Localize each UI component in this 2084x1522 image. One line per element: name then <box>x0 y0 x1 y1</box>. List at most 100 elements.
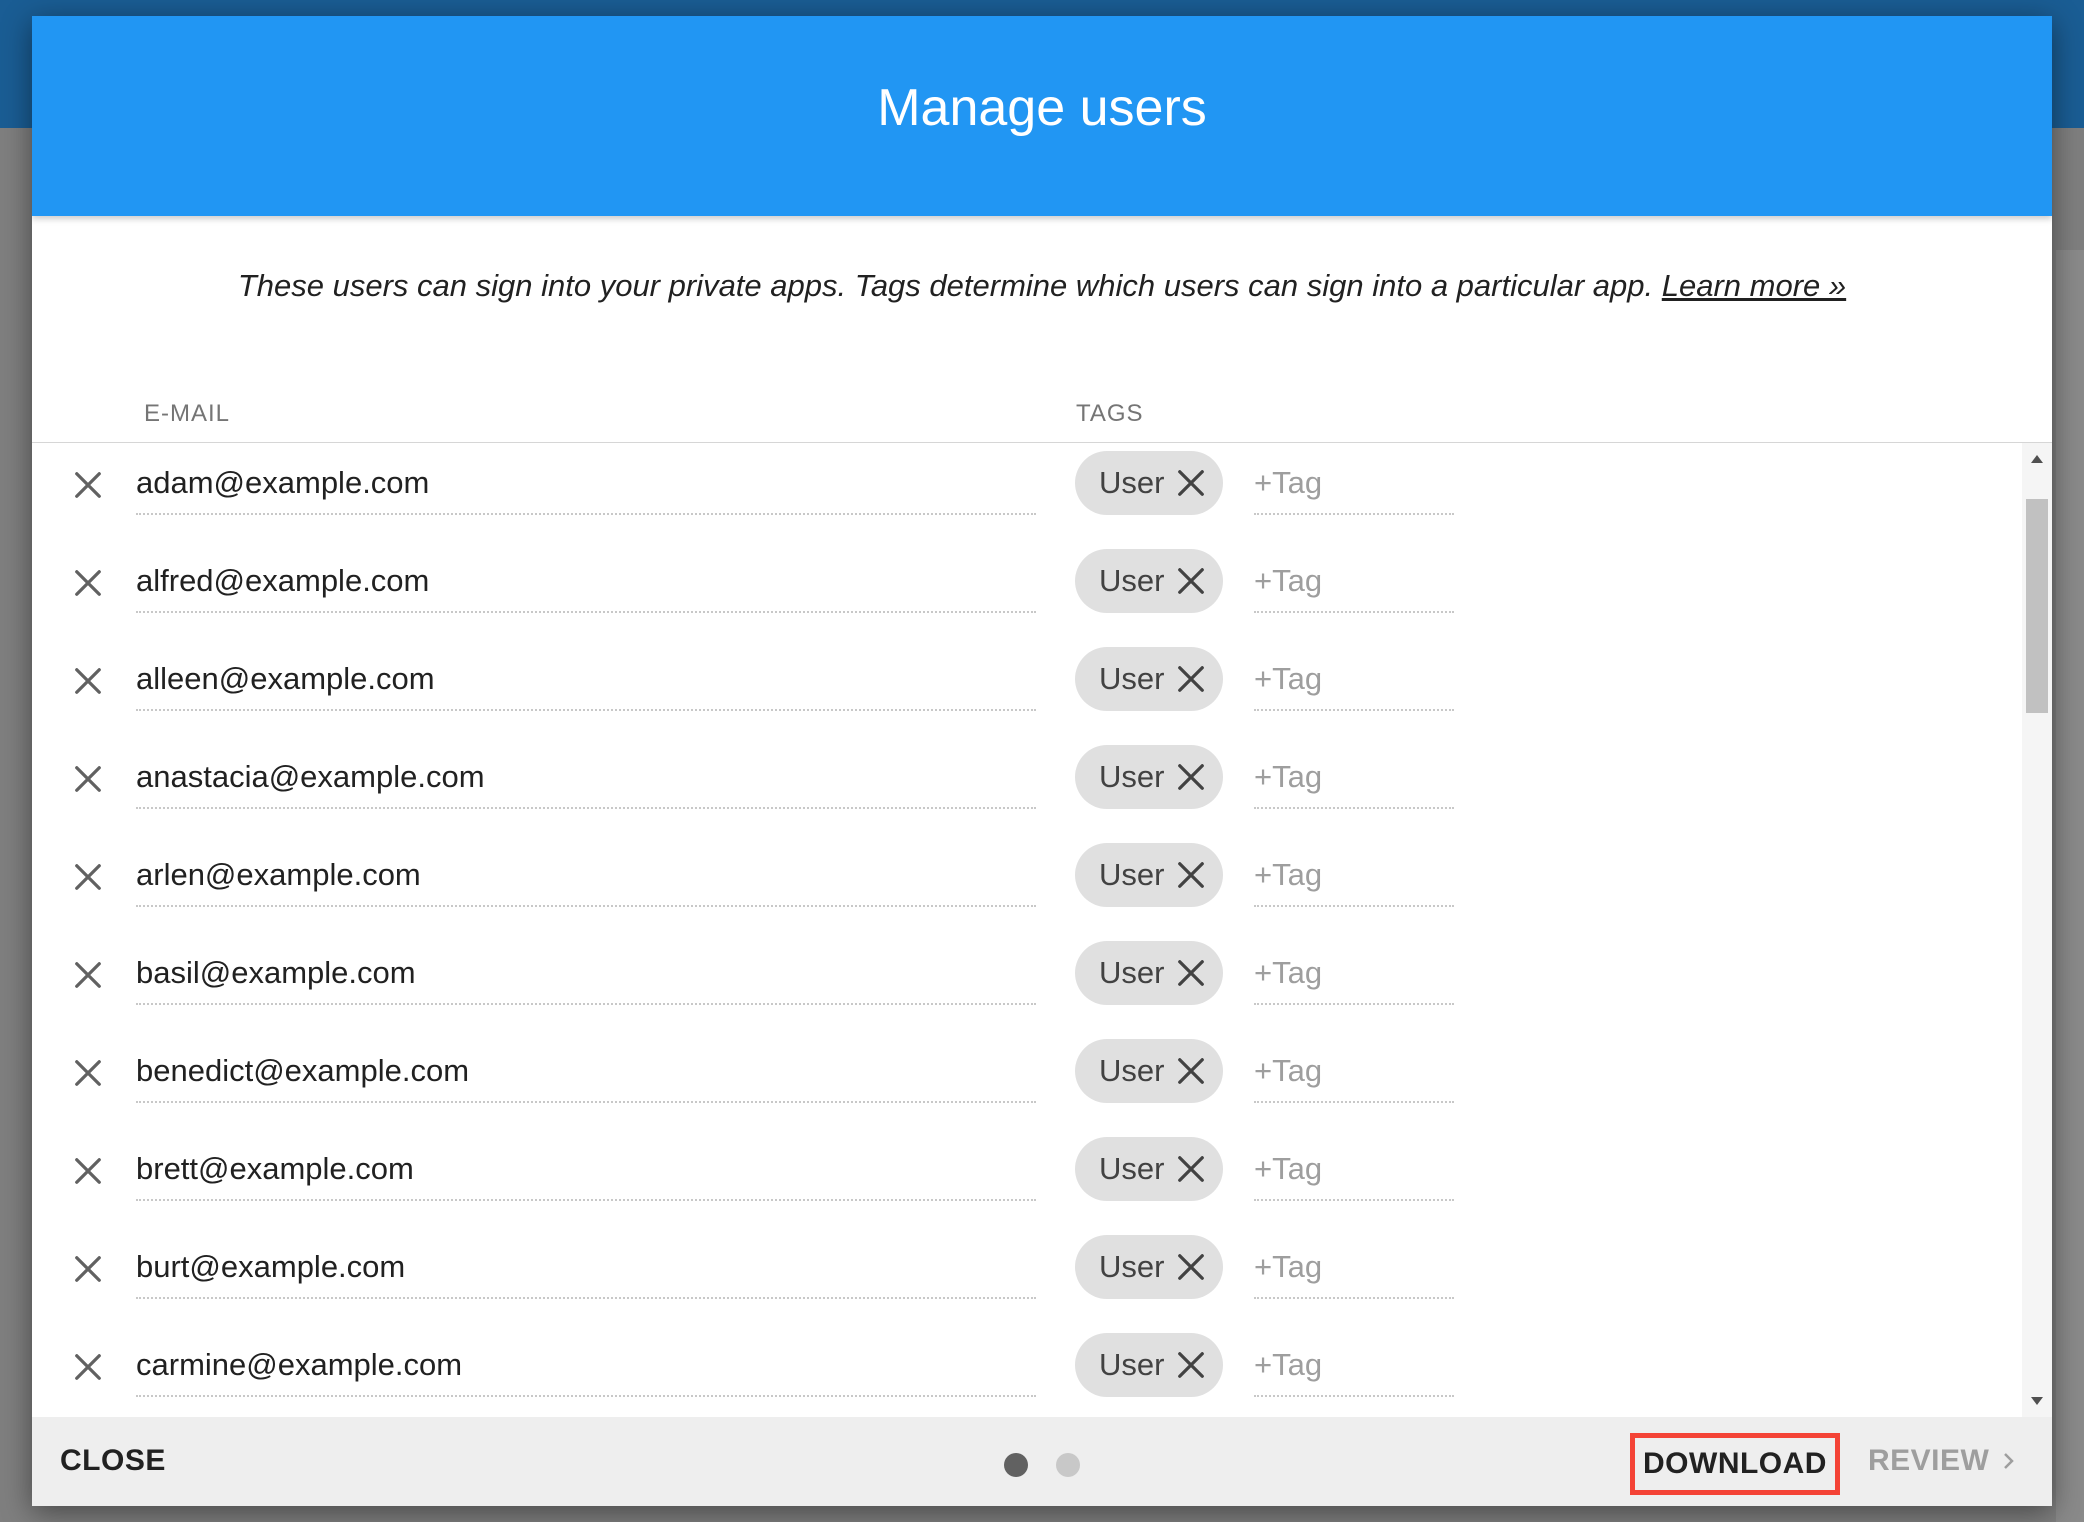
email-value: benedict@example.com <box>136 1053 470 1088</box>
user-row: benedict@example.com User +Tag <box>32 1031 2022 1129</box>
remove-user-close-icon[interactable] <box>66 1051 110 1095</box>
remove-tag-close-icon[interactable] <box>1173 1249 1209 1285</box>
remove-tag-close-icon[interactable] <box>1173 661 1209 697</box>
review-label: REVIEW <box>1868 1444 1990 1477</box>
add-tag-placeholder: +Tag <box>1254 563 1323 598</box>
email-field[interactable]: brett@example.com <box>136 1139 1036 1201</box>
remove-user-close-icon[interactable] <box>66 1345 110 1389</box>
remove-tag-close-icon[interactable] <box>1173 759 1209 795</box>
scrollbar-thumb[interactable] <box>2026 499 2048 713</box>
close-button[interactable]: CLOSE <box>60 1437 166 1485</box>
remove-tag-close-icon[interactable] <box>1173 563 1209 599</box>
email-value: adam@example.com <box>136 465 430 500</box>
user-row: arlen@example.com User +Tag <box>32 835 2022 933</box>
email-field[interactable]: burt@example.com <box>136 1237 1036 1299</box>
add-tag-placeholder: +Tag <box>1254 465 1323 500</box>
email-field[interactable]: carmine@example.com <box>136 1335 1036 1397</box>
user-row: anastacia@example.com User +Tag <box>32 737 2022 835</box>
tag-chip[interactable]: User <box>1075 451 1223 515</box>
remove-user-close-icon[interactable] <box>66 1149 110 1193</box>
learn-more-link[interactable]: Learn more » <box>1662 268 1846 303</box>
page-indicator <box>1004 1453 1108 1477</box>
add-tag-input[interactable]: +Tag <box>1254 649 1454 711</box>
user-list-scrollbar[interactable] <box>2022 443 2052 1417</box>
tag-chip[interactable]: User <box>1075 843 1223 907</box>
tag-chip[interactable]: User <box>1075 647 1223 711</box>
email-field[interactable]: benedict@example.com <box>136 1041 1036 1103</box>
remove-user-close-icon[interactable] <box>66 463 110 507</box>
tag-chip-label: User <box>1099 955 1165 990</box>
add-tag-placeholder: +Tag <box>1254 857 1323 892</box>
tag-chip[interactable]: User <box>1075 1333 1223 1397</box>
add-tag-input[interactable]: +Tag <box>1254 1139 1454 1201</box>
dialog-footer: CLOSE DOWNLOAD REVIEW <box>32 1417 2052 1506</box>
email-value: arlen@example.com <box>136 857 421 892</box>
dialog-intro: These users can sign into your private a… <box>32 268 2052 304</box>
tag-chip[interactable]: User <box>1075 1235 1223 1299</box>
intro-text: These users can sign into your private a… <box>237 268 1654 303</box>
add-tag-input[interactable]: +Tag <box>1254 1041 1454 1103</box>
remove-tag-close-icon[interactable] <box>1173 1151 1209 1187</box>
email-field[interactable]: basil@example.com <box>136 943 1036 1005</box>
manage-users-dialog: Manage users These users can sign into y… <box>32 16 2052 1506</box>
tag-chip-label: User <box>1099 1053 1165 1088</box>
remove-user-close-icon[interactable] <box>66 561 110 605</box>
page-dot-1[interactable] <box>1004 1453 1028 1477</box>
email-field[interactable]: anastacia@example.com <box>136 747 1036 809</box>
remove-tag-close-icon[interactable] <box>1173 1347 1209 1383</box>
remove-tag-close-icon[interactable] <box>1173 1053 1209 1089</box>
add-tag-input[interactable]: +Tag <box>1254 1335 1454 1397</box>
user-row: alleen@example.com User +Tag <box>32 639 2022 737</box>
remove-user-close-icon[interactable] <box>66 855 110 899</box>
add-tag-input[interactable]: +Tag <box>1254 453 1454 515</box>
scroll-up-arrow-icon[interactable] <box>2022 447 2052 471</box>
tag-chip-label: User <box>1099 1151 1165 1186</box>
download-button[interactable]: DOWNLOAD <box>1630 1433 1840 1495</box>
email-value: alleen@example.com <box>136 661 435 696</box>
add-tag-placeholder: +Tag <box>1254 1249 1323 1284</box>
chevron-right-icon <box>2003 1452 2015 1470</box>
tag-chip[interactable]: User <box>1075 549 1223 613</box>
add-tag-input[interactable]: +Tag <box>1254 943 1454 1005</box>
tag-chip-label: User <box>1099 1249 1165 1284</box>
email-value: carmine@example.com <box>136 1347 463 1382</box>
user-row: carmine@example.com User +Tag <box>32 1325 2022 1417</box>
email-field[interactable]: arlen@example.com <box>136 845 1036 907</box>
add-tag-placeholder: +Tag <box>1254 1053 1323 1088</box>
tag-chip[interactable]: User <box>1075 1137 1223 1201</box>
add-tag-input[interactable]: +Tag <box>1254 845 1454 907</box>
user-row: adam@example.com User +Tag <box>32 443 2022 541</box>
scroll-down-arrow-icon[interactable] <box>2022 1389 2052 1413</box>
remove-user-close-icon[interactable] <box>66 659 110 703</box>
email-field[interactable]: alleen@example.com <box>136 649 1036 711</box>
tag-chip[interactable]: User <box>1075 745 1223 809</box>
email-value: basil@example.com <box>136 955 416 990</box>
remove-user-close-icon[interactable] <box>66 1247 110 1291</box>
remove-tag-close-icon[interactable] <box>1173 857 1209 893</box>
remove-user-close-icon[interactable] <box>66 757 110 801</box>
remove-user-close-icon[interactable] <box>66 953 110 997</box>
column-header-email: E-MAIL <box>144 400 231 427</box>
remove-tag-close-icon[interactable] <box>1173 955 1209 991</box>
tag-chip[interactable]: User <box>1075 941 1223 1005</box>
email-value: anastacia@example.com <box>136 759 485 794</box>
add-tag-input[interactable]: +Tag <box>1254 747 1454 809</box>
add-tag-placeholder: +Tag <box>1254 1347 1323 1382</box>
add-tag-input[interactable]: +Tag <box>1254 1237 1454 1299</box>
review-button[interactable]: REVIEW <box>1868 1437 2015 1485</box>
tag-chip-label: User <box>1099 1347 1165 1382</box>
tag-chip[interactable]: User <box>1075 1039 1223 1103</box>
tag-chip-label: User <box>1099 759 1165 794</box>
tag-chip-label: User <box>1099 563 1165 598</box>
add-tag-input[interactable]: +Tag <box>1254 551 1454 613</box>
add-tag-placeholder: +Tag <box>1254 1151 1323 1186</box>
remove-tag-close-icon[interactable] <box>1173 465 1209 501</box>
background-side-panel <box>2056 250 2084 1522</box>
user-row: basil@example.com User +Tag <box>32 933 2022 1031</box>
page-dot-2[interactable] <box>1056 1453 1080 1477</box>
email-field[interactable]: adam@example.com <box>136 453 1036 515</box>
user-row: burt@example.com User +Tag <box>32 1227 2022 1325</box>
add-tag-placeholder: +Tag <box>1254 661 1323 696</box>
email-field[interactable]: alfred@example.com <box>136 551 1036 613</box>
add-tag-placeholder: +Tag <box>1254 759 1323 794</box>
